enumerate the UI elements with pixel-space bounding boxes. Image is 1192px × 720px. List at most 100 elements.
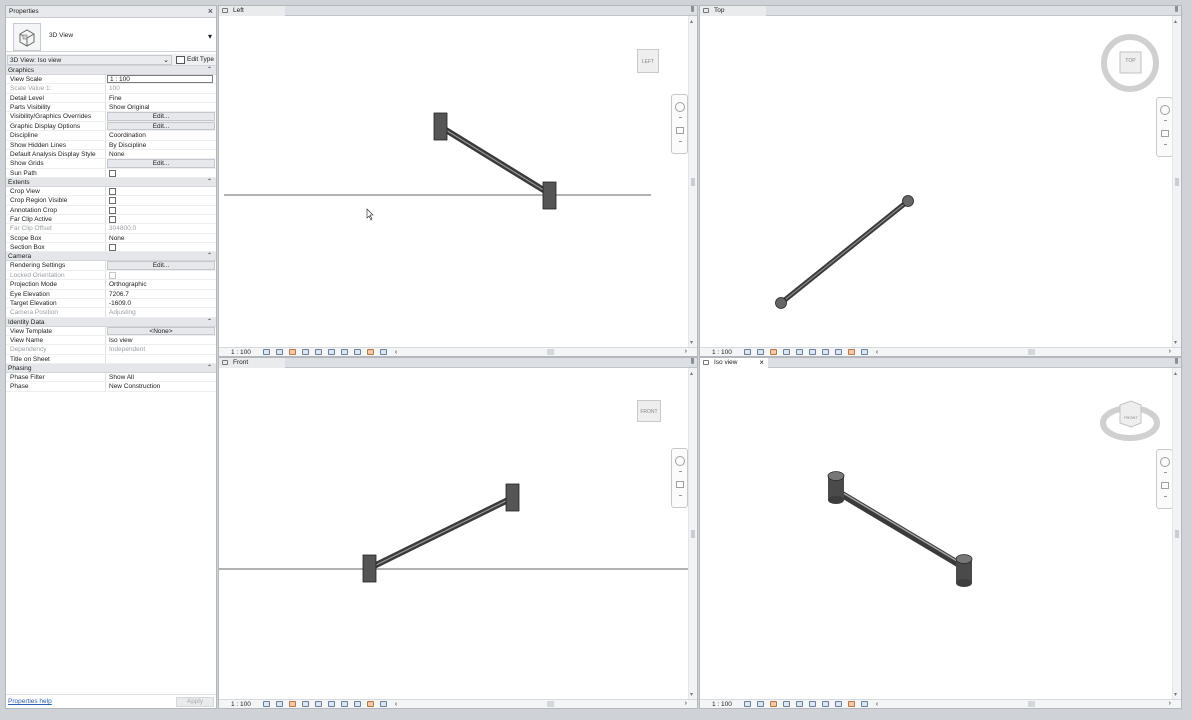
vertical-scrollbar[interactable]: ▴ ▾ xyxy=(1172,16,1181,347)
detail-level-icon[interactable] xyxy=(743,349,751,355)
vertical-scrollbar[interactable]: ▴ ▾ xyxy=(688,16,697,347)
zoom-icon[interactable] xyxy=(676,481,684,488)
navigation-bar[interactable] xyxy=(671,448,688,508)
property-section-header[interactable]: Graphics ⌃ xyxy=(6,66,216,75)
horizontal-scroll-thumb[interactable] xyxy=(1028,701,1035,707)
analytical-model-icon[interactable] xyxy=(379,349,387,355)
visual-style-icon[interactable] xyxy=(275,701,283,707)
property-section-header[interactable]: Camera ⌃ xyxy=(6,252,216,262)
collapse-icon[interactable]: ⌃ xyxy=(207,364,212,371)
temporary-hide-icon[interactable] xyxy=(353,349,361,355)
crop-view-icon[interactable] xyxy=(314,701,322,707)
viewcube[interactable]: FRONT xyxy=(1100,390,1160,448)
horizontal-scroll-thumb[interactable] xyxy=(547,349,554,355)
view-menu-icon[interactable]: ⫼ xyxy=(691,6,694,14)
property-value[interactable]: 1 : 100 xyxy=(106,75,216,84)
shadows-icon[interactable] xyxy=(301,349,309,355)
steering-wheel-icon[interactable] xyxy=(675,456,685,466)
detail-level-icon[interactable] xyxy=(743,701,751,707)
crop-view-icon[interactable] xyxy=(795,701,803,707)
edit-type-button[interactable]: Edit Type xyxy=(172,55,214,64)
collapse-icon[interactable]: ⌃ xyxy=(207,318,212,325)
property-value[interactable]: Edit... xyxy=(106,159,216,168)
edit-button[interactable]: Edit... xyxy=(107,121,215,131)
lock-3d-view-icon[interactable] xyxy=(821,701,829,707)
tab-left[interactable]: Left xyxy=(219,6,285,16)
horizontal-scroll-thumb[interactable] xyxy=(547,701,554,707)
checkbox[interactable] xyxy=(109,206,116,214)
reveal-hidden-icon[interactable] xyxy=(366,349,374,355)
zoom-icon[interactable] xyxy=(676,127,684,134)
properties-help-link[interactable]: Properties help xyxy=(8,698,52,705)
close-icon[interactable]: × xyxy=(759,358,764,367)
viewcube[interactable]: LEFT xyxy=(637,49,659,73)
property-value[interactable]: Coordination xyxy=(106,131,216,139)
reveal-hidden-icon[interactable] xyxy=(847,349,855,355)
viewport-left[interactable]: Left ⫼ LEFT ▴ ▾ 1 : 100 ‹ › xyxy=(218,5,698,357)
property-value[interactable] xyxy=(106,243,216,252)
tab-front[interactable]: Front xyxy=(219,358,285,368)
scroll-left-icon[interactable]: ‹ xyxy=(876,701,878,708)
scroll-left-icon[interactable]: ‹ xyxy=(395,349,397,356)
property-value[interactable] xyxy=(106,187,216,195)
property-value[interactable]: Edit... xyxy=(106,121,216,131)
checkbox[interactable] xyxy=(109,169,116,177)
sun-path-icon[interactable] xyxy=(288,349,296,355)
visual-style-icon[interactable] xyxy=(756,349,764,355)
scroll-right-icon[interactable]: › xyxy=(685,700,687,707)
property-value[interactable]: Orthographic xyxy=(106,280,216,288)
property-value[interactable]: <None> xyxy=(106,326,216,335)
drawing-canvas[interactable] xyxy=(219,16,688,347)
property-value[interactable] xyxy=(106,169,216,177)
property-value[interactable]: Edit... xyxy=(106,112,216,121)
view-scale[interactable]: 1 : 100 xyxy=(712,349,732,356)
crop-region-icon[interactable] xyxy=(327,349,335,355)
edit-button[interactable]: Edit... xyxy=(107,261,215,270)
collapse-icon[interactable]: ⌃ xyxy=(207,252,212,259)
property-section-header[interactable]: Identity Data ⌃ xyxy=(6,317,216,327)
viewport-iso[interactable]: Iso view × ⫼ FRONT ▴ ▾ 1 : 100 ‹ › xyxy=(699,357,1182,709)
navigation-bar[interactable] xyxy=(671,94,688,154)
view-menu-icon[interactable]: ⫼ xyxy=(1175,6,1178,14)
property-value[interactable] xyxy=(106,206,216,214)
property-value[interactable]: Show All xyxy=(106,373,216,381)
navigation-bar[interactable] xyxy=(1156,97,1173,157)
sun-path-icon[interactable] xyxy=(769,701,777,707)
temporary-hide-icon[interactable] xyxy=(834,701,842,707)
steering-wheel-icon[interactable] xyxy=(1160,105,1170,115)
property-value[interactable]: New Construction xyxy=(106,382,216,390)
reveal-hidden-icon[interactable] xyxy=(847,701,855,707)
view-scale[interactable]: 1 : 100 xyxy=(231,701,251,708)
shadows-icon[interactable] xyxy=(301,701,309,707)
reveal-hidden-icon[interactable] xyxy=(366,701,374,707)
analytical-model-icon[interactable] xyxy=(860,701,868,707)
navigation-bar[interactable] xyxy=(1156,449,1173,509)
type-selector[interactable]: 3D View ▾ xyxy=(6,18,216,52)
instance-selector[interactable]: 3D View: Iso view ⌄ xyxy=(7,54,172,65)
property-section-header[interactable]: Phasing ⌃ xyxy=(6,364,216,374)
edit-button[interactable]: Edit... xyxy=(107,159,215,168)
chevron-down-icon[interactable]: ▾ xyxy=(208,32,212,41)
property-value[interactable]: 7206.7 xyxy=(106,290,216,298)
property-value[interactable] xyxy=(106,355,216,363)
property-value[interactable]: -1609.0 xyxy=(106,299,216,307)
view-menu-icon[interactable]: ⫼ xyxy=(691,358,694,366)
vertical-scrollbar[interactable]: ▴ ▾ xyxy=(688,368,697,699)
steering-wheel-icon[interactable] xyxy=(675,102,685,112)
viewport-top[interactable]: Top ⫼ TOP ▴ ▾ 1 : 100 ‹ › xyxy=(699,5,1182,357)
collapse-icon[interactable]: ⌃ xyxy=(207,178,212,185)
scroll-right-icon[interactable]: › xyxy=(685,348,687,355)
crop-region-icon[interactable] xyxy=(808,701,816,707)
zoom-icon[interactable] xyxy=(1161,130,1169,137)
property-value[interactable]: Fine xyxy=(106,94,216,102)
scroll-right-icon[interactable]: › xyxy=(1169,348,1171,355)
view-scale[interactable]: 1 : 100 xyxy=(231,349,251,356)
lock-3d-view-icon[interactable] xyxy=(821,349,829,355)
detail-level-icon[interactable] xyxy=(262,701,270,707)
edit-button[interactable]: <None> xyxy=(107,326,215,335)
crop-region-icon[interactable] xyxy=(808,349,816,355)
horizontal-scroll-thumb[interactable] xyxy=(1028,349,1035,355)
viewcube[interactable]: FRONT xyxy=(637,400,661,422)
scroll-left-icon[interactable]: ‹ xyxy=(876,349,878,356)
visual-style-icon[interactable] xyxy=(275,349,283,355)
